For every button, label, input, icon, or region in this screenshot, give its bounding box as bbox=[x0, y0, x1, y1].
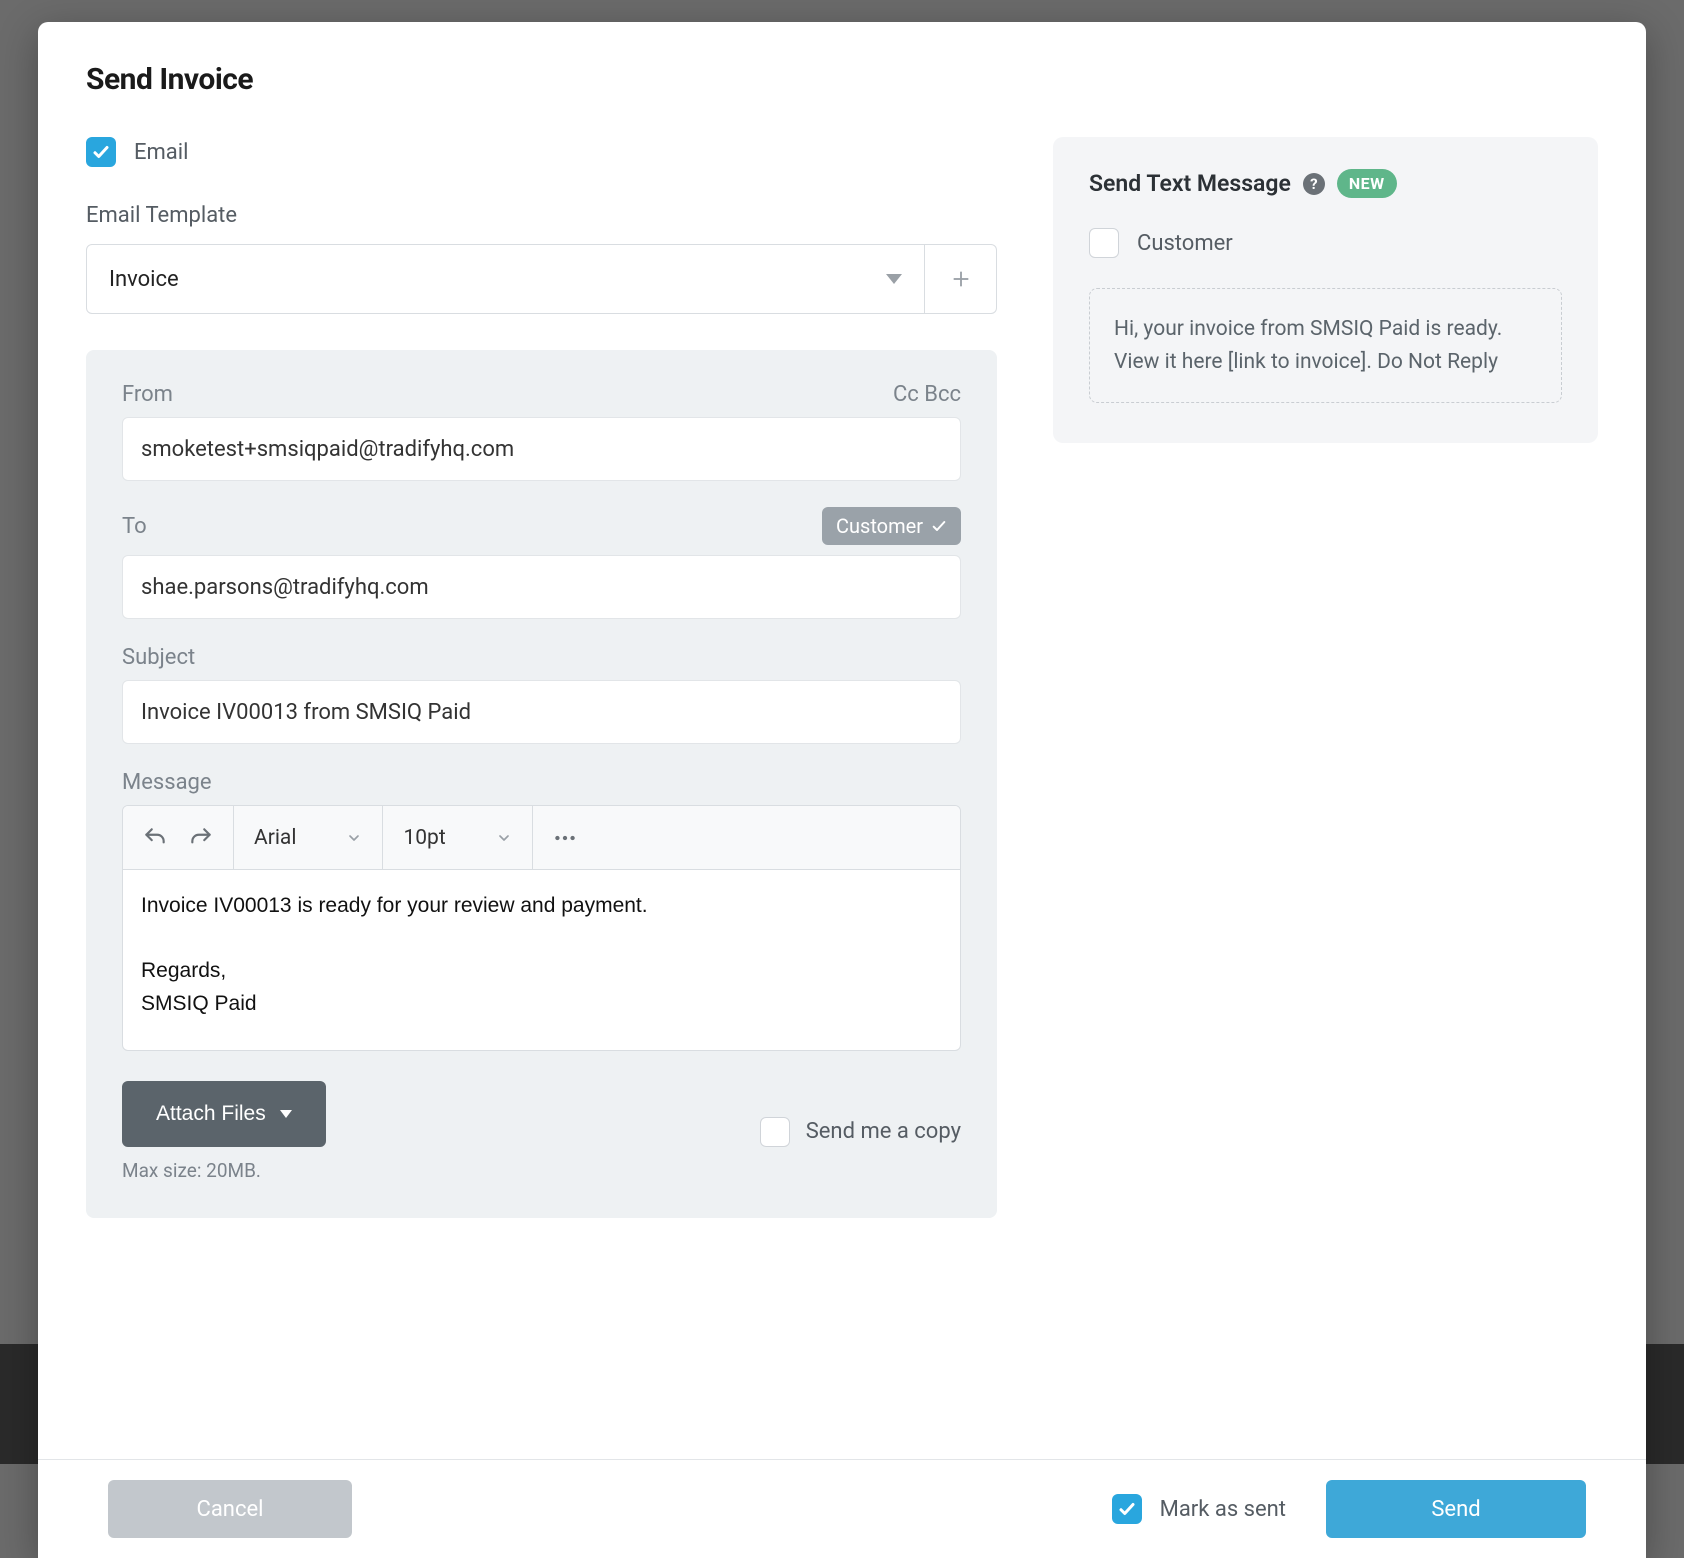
email-checkbox[interactable] bbox=[86, 137, 116, 167]
mark-as-sent-label: Mark as sent bbox=[1160, 1497, 1286, 1522]
to-input[interactable] bbox=[122, 555, 961, 619]
send-invoice-modal: Send Invoice Email Email Template Invoic… bbox=[38, 22, 1646, 1558]
subject-label: Subject bbox=[122, 645, 961, 670]
editor-content[interactable]: Invoice IV00013 is ready for your review… bbox=[123, 870, 960, 1050]
send-copy-label: Send me a copy bbox=[806, 1119, 961, 1144]
email-template-select[interactable]: Invoice bbox=[86, 244, 925, 314]
email-template-label: Email Template bbox=[86, 203, 997, 228]
message-editor: Arial 10pt bbox=[122, 805, 961, 1051]
sms-customer-row[interactable]: Customer bbox=[1089, 228, 1562, 258]
redo-button[interactable] bbox=[183, 820, 219, 856]
sms-heading: Send Text Message bbox=[1089, 170, 1291, 197]
sms-customer-checkbox[interactable] bbox=[1089, 228, 1119, 258]
editor-toolbar: Arial 10pt bbox=[123, 806, 960, 870]
from-input[interactable] bbox=[122, 417, 961, 481]
send-copy-row[interactable]: Send me a copy bbox=[760, 1117, 961, 1147]
sms-customer-label: Customer bbox=[1137, 231, 1233, 256]
to-customer-chip[interactable]: Customer bbox=[822, 507, 961, 545]
add-template-button[interactable] bbox=[925, 244, 997, 314]
message-label: Message bbox=[122, 770, 961, 795]
sms-preview: Hi, your invoice from SMSIQ Paid is read… bbox=[1089, 288, 1562, 403]
bcc-link[interactable]: Bcc bbox=[924, 382, 961, 407]
email-column: Email Email Template Invoice From bbox=[86, 137, 997, 1218]
to-label: To bbox=[122, 514, 147, 539]
modal-title: Send Invoice bbox=[86, 62, 1598, 97]
mark-as-sent-checkbox[interactable] bbox=[1112, 1494, 1142, 1524]
send-button[interactable]: Send bbox=[1326, 1480, 1586, 1538]
max-size-hint: Max size: 20MB. bbox=[122, 1159, 326, 1182]
help-icon[interactable]: ? bbox=[1303, 173, 1325, 195]
new-badge: NEW bbox=[1337, 169, 1397, 198]
subject-input[interactable] bbox=[122, 680, 961, 744]
sms-column: Send Text Message ? NEW Customer Hi, you… bbox=[1053, 137, 1598, 443]
font-size-select[interactable]: 10pt bbox=[397, 826, 517, 850]
email-template-value: Invoice bbox=[109, 267, 179, 292]
undo-button[interactable] bbox=[137, 820, 173, 856]
caret-down-icon bbox=[886, 274, 902, 284]
modal-body: Send Invoice Email Email Template Invoic… bbox=[38, 22, 1646, 1459]
from-label: From bbox=[122, 382, 173, 407]
cancel-button[interactable]: Cancel bbox=[108, 1480, 352, 1538]
sms-panel: Send Text Message ? NEW Customer Hi, you… bbox=[1053, 137, 1598, 443]
font-family-select[interactable]: Arial bbox=[248, 826, 368, 850]
email-checkbox-row[interactable]: Email bbox=[86, 137, 997, 167]
mark-as-sent-row[interactable]: Mark as sent bbox=[1112, 1494, 1286, 1524]
cc-link[interactable]: Cc bbox=[893, 382, 919, 407]
send-copy-checkbox[interactable] bbox=[760, 1117, 790, 1147]
modal-footer: Cancel Mark as sent Send bbox=[38, 1459, 1646, 1558]
caret-down-icon bbox=[280, 1110, 292, 1118]
email-checkbox-label: Email bbox=[134, 140, 188, 165]
compose-panel: From Cc Bcc To bbox=[86, 350, 997, 1218]
more-options-button[interactable] bbox=[547, 820, 583, 856]
attach-files-button[interactable]: Attach Files bbox=[122, 1081, 326, 1147]
